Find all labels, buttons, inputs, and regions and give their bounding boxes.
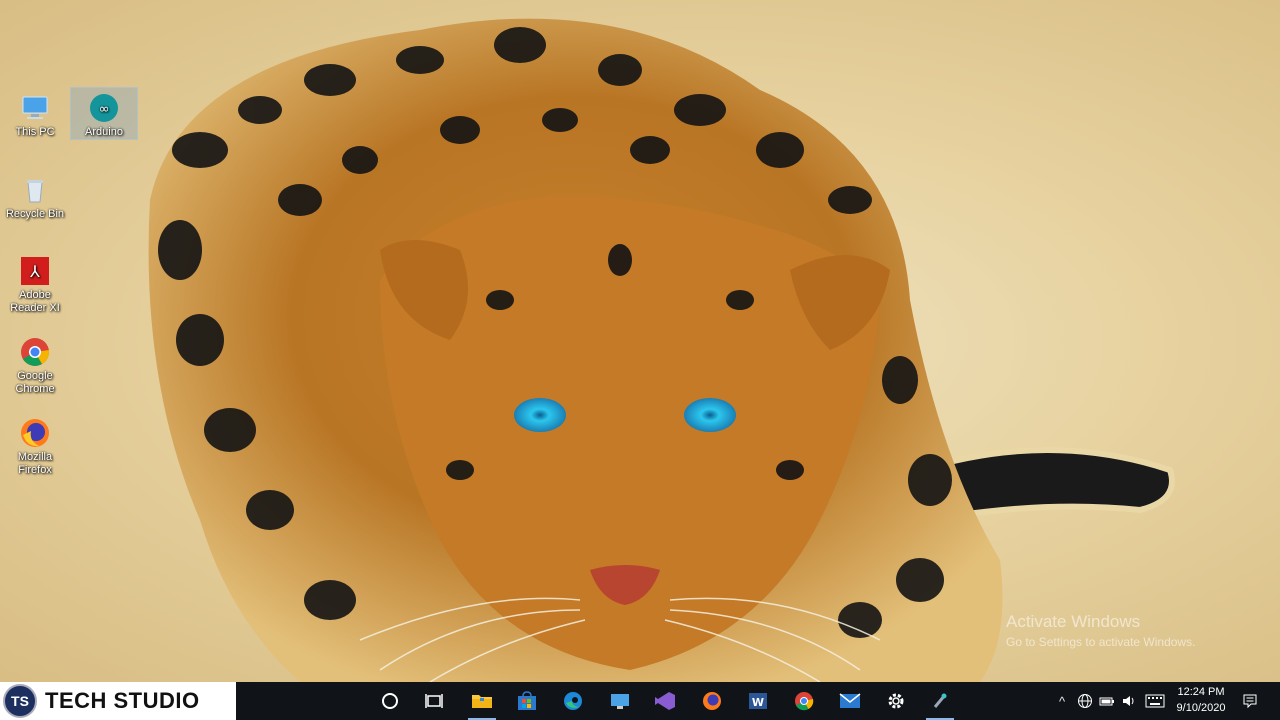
- volume-button[interactable]: [1119, 682, 1139, 720]
- tech-studio-branding: TS TECH STUDIO: [0, 682, 236, 720]
- keyboard-button[interactable]: [1143, 682, 1167, 720]
- task-view-button[interactable]: [414, 682, 454, 720]
- tech-studio-logo: TS: [3, 684, 37, 718]
- show-hidden-icons-button[interactable]: ^: [1054, 682, 1070, 720]
- clock-date: 9/10/2020: [1176, 702, 1226, 714]
- file-explorer-icon: [472, 695, 492, 708]
- remote-desktop-icon: [611, 694, 629, 709]
- tech-studio-name: TECH STUDIO: [45, 688, 200, 713]
- cortana-icon: [382, 693, 398, 709]
- cortana-button[interactable]: [370, 682, 410, 720]
- settings-gear-icon: [888, 693, 904, 709]
- keyboard-icon: [1145, 694, 1165, 708]
- file-explorer-button[interactable]: [462, 682, 502, 720]
- taskbar-clock[interactable]: 12:24 PM 9/10/2020: [1168, 684, 1234, 716]
- activate-windows-subtitle: Go to Settings to activate Windows.: [1006, 635, 1196, 649]
- globe-icon: [1078, 694, 1092, 708]
- word-button[interactable]: W: [738, 682, 778, 720]
- chevron-up-icon: ^: [1058, 693, 1066, 709]
- desktop-icon-this-pc[interactable]: This PC: [2, 88, 68, 139]
- microsoft-store-button[interactable]: [507, 682, 547, 720]
- firefox-icon: [19, 417, 51, 449]
- task-view-icon: [425, 694, 443, 708]
- firefox-icon: [703, 692, 721, 710]
- edge-icon: [564, 692, 582, 710]
- arduino-icon: [933, 693, 947, 708]
- power-button[interactable]: [1097, 682, 1117, 720]
- desktop-icon-arduino[interactable]: ∞ Arduino: [70, 87, 138, 140]
- desktop-icon-mozilla-firefox[interactable]: Mozilla Firefox: [2, 413, 68, 477]
- settings-button[interactable]: [876, 682, 916, 720]
- chrome-taskbar-button[interactable]: [784, 682, 824, 720]
- chrome-icon: [795, 692, 814, 711]
- microsoft-store-icon: [518, 691, 536, 710]
- action-center-button[interactable]: [1238, 682, 1262, 720]
- clock-time: 12:24 PM: [1177, 686, 1225, 698]
- desktop-icon-label: Recycle Bin: [5, 208, 65, 220]
- desktop-icon-label: Mozilla Firefox: [17, 451, 53, 476]
- notification-icon: [1243, 694, 1257, 709]
- arduino-icon: ∞: [88, 92, 120, 124]
- desktop-wallpaper: This PC ∞ Arduino Recycle Bin ⅄ Adobe Re…: [0, 0, 1280, 682]
- speaker-icon: [1123, 696, 1134, 706]
- desktop-icon-label: Adobe Reader XI: [10, 289, 60, 314]
- mail-icon: [839, 693, 861, 708]
- mail-button[interactable]: [830, 682, 870, 720]
- leopard-wallpaper-art: [148, 18, 1175, 682]
- arduino-taskbar-button[interactable]: [920, 682, 960, 720]
- visual-studio-button[interactable]: [645, 682, 685, 720]
- desktop-icon-adobe-reader[interactable]: ⅄ Adobe Reader XI: [2, 251, 68, 315]
- edge-button[interactable]: [553, 682, 593, 720]
- svg-text:W: W: [752, 696, 764, 709]
- desktop-icon-label: Google Chrome: [15, 370, 55, 395]
- word-icon: W: [749, 693, 767, 709]
- remote-desktop-button[interactable]: [600, 682, 640, 720]
- computer-icon: [19, 92, 51, 124]
- firefox-taskbar-button[interactable]: [692, 682, 732, 720]
- svg-text:∞: ∞: [99, 102, 110, 117]
- desktop-icon-label: Arduino: [85, 126, 123, 138]
- svg-text:⅄: ⅄: [29, 262, 40, 281]
- desktop-icon-label: This PC: [15, 126, 55, 138]
- recycle-bin-icon: [19, 174, 51, 206]
- desktop-icon-google-chrome[interactable]: Google Chrome: [2, 332, 68, 396]
- adobe-reader-icon: ⅄: [19, 255, 51, 287]
- battery-icon: [1099, 697, 1114, 706]
- visual-studio-icon: [655, 692, 675, 710]
- desktop-icon-recycle-bin[interactable]: Recycle Bin: [2, 170, 68, 221]
- activate-windows-title: Activate Windows: [1006, 612, 1141, 631]
- network-status-button[interactable]: [1075, 682, 1095, 720]
- chrome-icon: [19, 336, 51, 368]
